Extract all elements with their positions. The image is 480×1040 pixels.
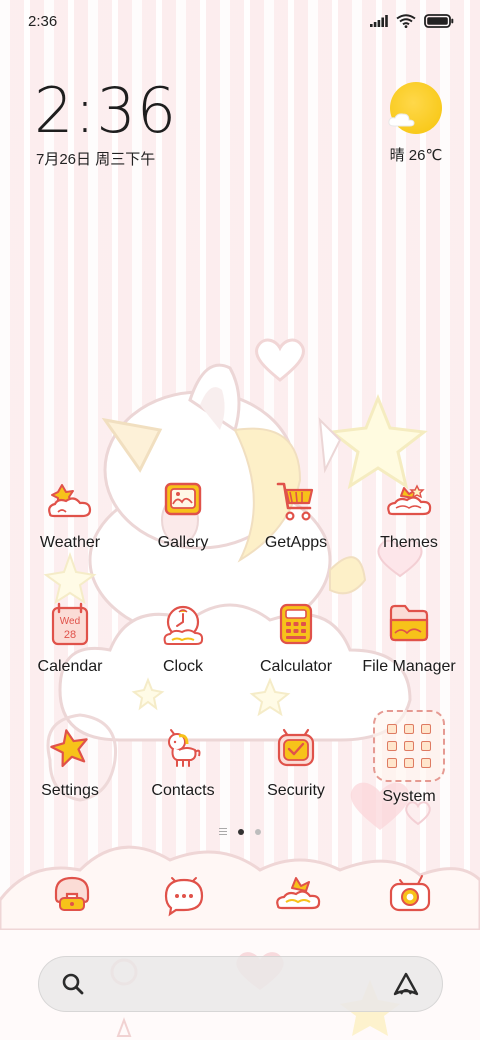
search-bar[interactable] — [38, 956, 443, 1012]
app-label: Gallery — [157, 534, 209, 551]
app-drawer-lines-icon[interactable] — [219, 828, 227, 835]
dock-camera[interactable] — [382, 866, 438, 922]
app-label: Clock — [162, 658, 203, 675]
star-icon — [44, 724, 96, 776]
page-dot[interactable] — [255, 828, 261, 835]
app-label: Calendar — [37, 658, 103, 675]
weather-icon — [44, 476, 96, 528]
app-calendar[interactable]: Wed 28 Calendar — [10, 600, 130, 676]
clock-time: 2:36 — [34, 74, 178, 147]
app-themes[interactable]: Themes — [349, 476, 469, 552]
page-dot-active[interactable] — [238, 828, 244, 835]
calculator-icon — [270, 600, 322, 652]
app-label: System — [382, 788, 436, 805]
wifi-icon — [396, 14, 416, 28]
security-icon — [270, 724, 322, 776]
app-label: Contacts — [151, 782, 215, 799]
shopping-cart-icon — [270, 476, 322, 528]
app-label: GetApps — [264, 534, 328, 551]
gallery-icon — [157, 476, 209, 528]
app-file-manager[interactable]: File Manager — [349, 600, 469, 676]
dock-phone[interactable] — [44, 866, 100, 922]
status-time: 2:36 — [28, 12, 58, 30]
app-label: Security — [267, 782, 325, 799]
clock-icon — [157, 600, 209, 652]
calendar-icon: Wed 28 — [44, 600, 96, 652]
search-icon[interactable] — [61, 972, 85, 996]
app-security[interactable]: Security — [236, 724, 356, 800]
app-system-folder[interactable]: System — [349, 710, 469, 806]
app-gallery[interactable]: Gallery — [123, 476, 243, 552]
app-weather[interactable]: Weather — [10, 476, 130, 552]
app-label: File Manager — [362, 658, 456, 675]
clock-widget[interactable]: 2:36 7月26日 周三下午 — [34, 78, 177, 169]
phone-icon — [54, 876, 90, 911]
folder-group-icon — [373, 710, 445, 782]
status-icons — [370, 14, 454, 28]
themes-icon — [383, 476, 435, 528]
clock-date: 7月26日 周三下午 — [36, 151, 156, 168]
calendar-day: Wed — [60, 616, 80, 627]
weather-temperature: 晴 26℃ — [389, 147, 443, 164]
battery-icon — [424, 14, 454, 28]
app-getapps[interactable]: GetApps — [236, 476, 356, 552]
app-settings[interactable]: Settings — [10, 724, 130, 800]
messages-icon — [164, 877, 204, 917]
weather-widget[interactable]: 晴 26℃ — [384, 82, 448, 165]
app-contacts[interactable]: Contacts — [123, 724, 243, 800]
app-label: Settings — [41, 782, 99, 799]
unicorn-icon — [157, 724, 209, 776]
folder-icon — [383, 600, 435, 652]
app-clock[interactable]: Clock — [123, 600, 243, 676]
signal-icon — [370, 15, 388, 27]
sun-cloud-icon — [388, 82, 442, 134]
app-calculator[interactable]: Calculator — [236, 600, 356, 676]
assistant-icon[interactable] — [392, 971, 420, 997]
camera-icon — [389, 875, 431, 912]
status-bar: 2:36 — [0, 0, 480, 42]
browser-icon — [276, 877, 321, 910]
app-label: Calculator — [259, 658, 333, 675]
calendar-date: 28 — [64, 629, 76, 641]
page-indicator[interactable] — [0, 828, 480, 835]
dock-browser[interactable] — [270, 866, 326, 922]
app-label: Weather — [39, 534, 101, 551]
app-label: Themes — [380, 534, 438, 551]
dock-messages[interactable] — [156, 866, 212, 922]
